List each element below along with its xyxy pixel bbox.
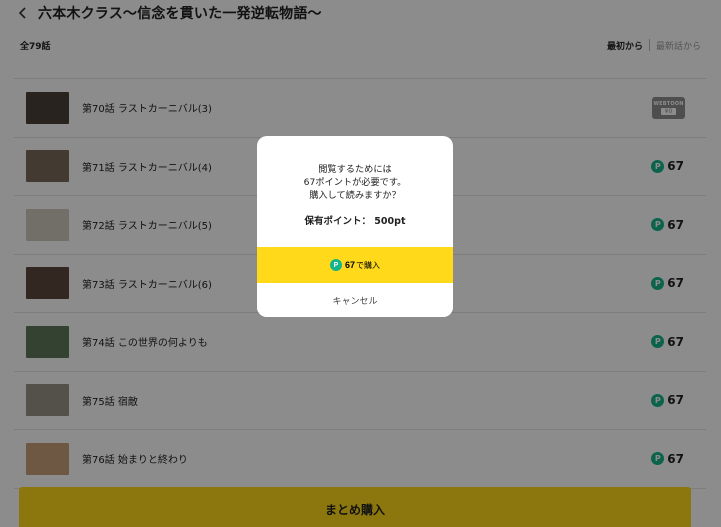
dialog-message-line: 購入して読みますか？	[309, 190, 401, 201]
point-icon: P	[329, 259, 342, 271]
buy-label: で購入	[356, 260, 380, 270]
points-balance: 保有ポイント： 500pt	[304, 216, 406, 227]
dialog-message-line: 67ポイントが必要です。	[303, 177, 407, 188]
dialog-message: 閲覧するためには 67ポイントが必要です。 購入して読みますか？	[257, 163, 453, 202]
purchase-dialog: 閲覧するためには 67ポイントが必要です。 購入して読みますか？ 保有ポイント：…	[257, 136, 453, 317]
cancel-button[interactable]: キャンセル	[257, 283, 453, 317]
dialog-message-line: 閲覧するためには	[318, 164, 392, 175]
buy-button[interactable]: P 67 で購入	[257, 247, 453, 283]
buy-price: 67	[344, 260, 355, 270]
